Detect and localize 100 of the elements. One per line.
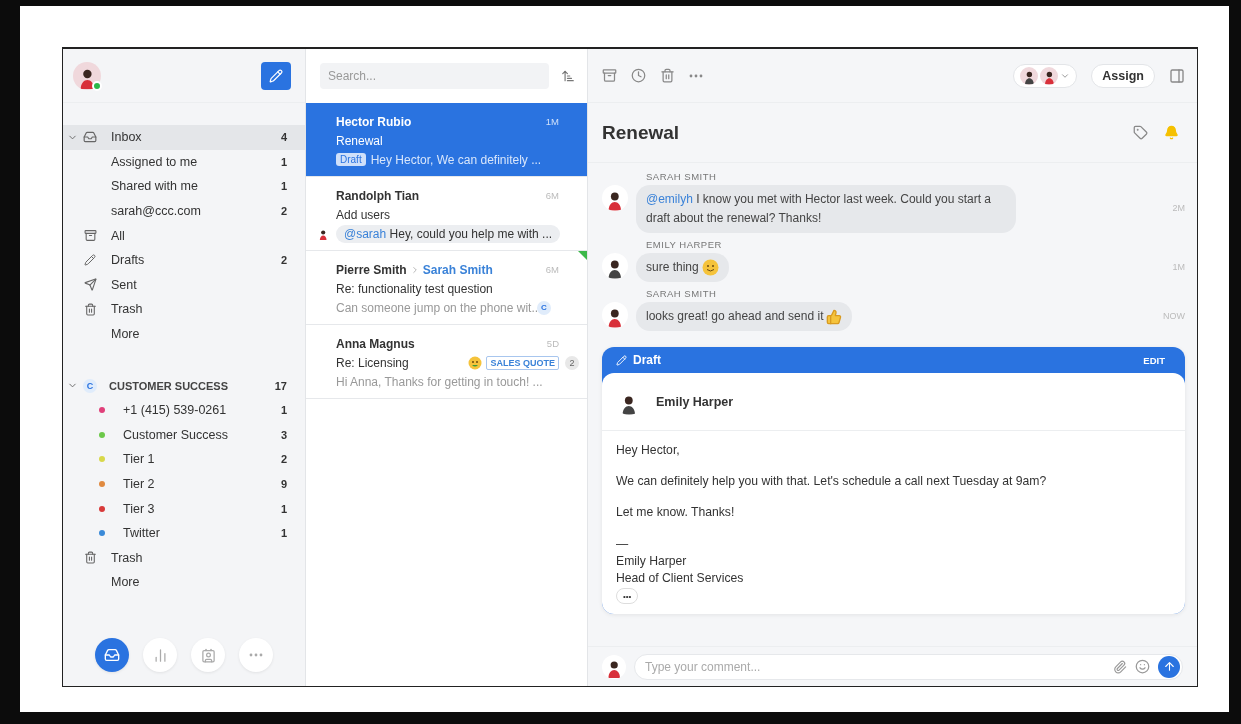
smiley-icon bbox=[701, 259, 719, 276]
show-more-button[interactable]: ••• bbox=[616, 588, 639, 604]
send-icon bbox=[83, 278, 97, 292]
message-bubble: sure thing bbox=[636, 253, 729, 282]
conversation-item[interactable]: Hector Rubio 1M Renewal Draft Hey Hector, We can definitely ... bbox=[306, 103, 587, 177]
inbox-icon bbox=[104, 647, 120, 663]
assign-button[interactable]: Assign bbox=[1091, 63, 1155, 88]
sidebar-item[interactable]: Trash bbox=[63, 545, 305, 571]
emoji-icon[interactable] bbox=[1135, 659, 1150, 674]
thumbs-up-icon bbox=[826, 308, 843, 325]
body-paragraph: Let me know. Thanks! bbox=[616, 505, 736, 519]
team-section-header[interactable]: C CUSTOMER SUCCESS 17 bbox=[63, 373, 305, 398]
attachment-icon[interactable] bbox=[1113, 659, 1127, 674]
time: 1M bbox=[545, 116, 559, 127]
draft-tag: Draft bbox=[336, 153, 366, 166]
sidebar-item[interactable]: Tier 1 2 bbox=[63, 447, 305, 472]
count: 2 bbox=[280, 205, 287, 218]
count: 1 bbox=[280, 404, 287, 417]
team-badge: C bbox=[83, 378, 97, 393]
label-tag: SALES QUOTE bbox=[486, 355, 559, 370]
sidebar-item[interactable]: Drafts 2 bbox=[63, 247, 305, 273]
message-time: 1M bbox=[1172, 261, 1185, 272]
sidebar-item[interactable]: Sent bbox=[63, 272, 305, 298]
compose-button[interactable] bbox=[261, 61, 291, 90]
count: 9 bbox=[280, 478, 287, 490]
sort-icon[interactable] bbox=[561, 69, 575, 83]
assignees-button[interactable] bbox=[1013, 63, 1078, 88]
time: 6M bbox=[545, 264, 559, 275]
sidebar-item[interactable]: Tier 2 9 bbox=[63, 471, 305, 497]
sidebar-item[interactable]: Twitter 1 bbox=[63, 520, 305, 546]
draft-label: Draft bbox=[633, 353, 662, 367]
signature-line: — bbox=[616, 536, 630, 553]
author-name: SARAH SMITH bbox=[646, 288, 717, 299]
panel-icon[interactable] bbox=[1169, 67, 1185, 84]
sidebar-item[interactable]: More bbox=[63, 321, 305, 347]
signature-line: Head of Client Services bbox=[616, 570, 745, 587]
conversation-title: Renewal bbox=[602, 121, 681, 144]
sender-name: Anna Magnus bbox=[336, 336, 415, 351]
comment-preview: @sarah Hey, could you help me with ... bbox=[336, 224, 561, 243]
contact-card-icon bbox=[200, 647, 216, 663]
subject: Re: Licensing bbox=[336, 355, 409, 370]
sidebar-item[interactable]: More bbox=[63, 570, 305, 595]
more-icon[interactable] bbox=[689, 73, 703, 78]
pencil-icon bbox=[269, 68, 283, 83]
message-time: 2M bbox=[1172, 203, 1185, 213]
sidebar-item[interactable]: +1 (415) 539-0261 1 bbox=[63, 397, 305, 423]
body-paragraph: We can definitely help you with that. Let's schedule a call next Tuesday at 9am? bbox=[616, 474, 1048, 488]
author-name: EMILY HARPER bbox=[646, 239, 722, 250]
tag-icon[interactable] bbox=[1133, 125, 1148, 140]
sidebar-item[interactable]: sarah@ccc.com 2 bbox=[63, 198, 305, 224]
count: 4 bbox=[280, 131, 287, 144]
archive-icon[interactable] bbox=[602, 68, 617, 83]
search-field[interactable]: Search... bbox=[320, 63, 549, 89]
count: 17 bbox=[274, 379, 287, 392]
clock-icon[interactable] bbox=[631, 68, 646, 83]
conversation-item[interactable]: Pierre Smith Sarah Smith 6M Re: functionality test question Can someone jump on the phone wit...C bbox=[306, 251, 587, 325]
message-bubble: @emilyh I know you met with Hector last week. Could you start a draft about the renewal? Thanks! bbox=[636, 185, 1016, 233]
arrow-up-icon bbox=[1162, 660, 1176, 673]
nav-button[interactable] bbox=[191, 638, 225, 672]
time: 6M bbox=[545, 190, 559, 201]
sidebar-item[interactable]: Tier 3 1 bbox=[63, 496, 305, 521]
edit-button[interactable]: EDIT bbox=[1137, 353, 1171, 367]
comment-field[interactable]: Type your comment... bbox=[634, 653, 1183, 680]
sender-name: Randolph Tian bbox=[336, 188, 420, 203]
count: 1 bbox=[280, 502, 287, 515]
author-avatar bbox=[602, 302, 628, 328]
message-time: NOW bbox=[1163, 310, 1185, 321]
user-avatar bbox=[602, 654, 626, 679]
sidebar-item[interactable]: Trash bbox=[63, 297, 305, 322]
count-badge: 2 bbox=[565, 355, 579, 370]
author-avatar bbox=[602, 253, 628, 279]
sidebar-item[interactable]: Inbox 4 bbox=[63, 125, 305, 150]
archive-icon bbox=[83, 229, 97, 243]
subject: Re: functionality test question bbox=[336, 281, 493, 296]
inbox-icon bbox=[83, 130, 97, 145]
message-preview: Hi Anna, Thanks for getting in touch! ... bbox=[336, 374, 543, 389]
bar-chart-icon bbox=[152, 647, 168, 663]
count: 1 bbox=[280, 155, 287, 168]
message-preview: Hey Hector, We can definitely ... bbox=[370, 152, 542, 167]
signature-line: Emily Harper bbox=[616, 553, 688, 570]
author-avatar bbox=[602, 185, 628, 211]
author-name: SARAH SMITH bbox=[646, 171, 717, 182]
nav-button[interactable] bbox=[95, 638, 129, 672]
more-icon bbox=[249, 653, 263, 657]
sender-name: Emily Harper bbox=[656, 394, 734, 409]
sidebar-item[interactable]: Shared with me 1 bbox=[63, 174, 305, 199]
sender-name: Pierre Smith bbox=[336, 262, 407, 277]
message-bubble: looks great! go ahead and send it bbox=[636, 302, 853, 331]
trash-icon[interactable] bbox=[660, 68, 675, 83]
trash-icon bbox=[83, 302, 97, 316]
trash-icon bbox=[83, 551, 97, 565]
drafts-icon bbox=[616, 354, 627, 366]
sidebar-item[interactable]: All bbox=[63, 223, 305, 248]
count: 3 bbox=[280, 428, 287, 441]
time: 5D bbox=[546, 338, 559, 349]
emoji-icon bbox=[468, 355, 483, 370]
sidebar-item[interactable]: Customer Success 3 bbox=[63, 422, 305, 448]
drafts-icon bbox=[84, 254, 96, 267]
sidebar-item[interactable]: Assigned to me 1 bbox=[63, 149, 305, 175]
body-paragraph: Hey Hector, bbox=[616, 443, 681, 457]
